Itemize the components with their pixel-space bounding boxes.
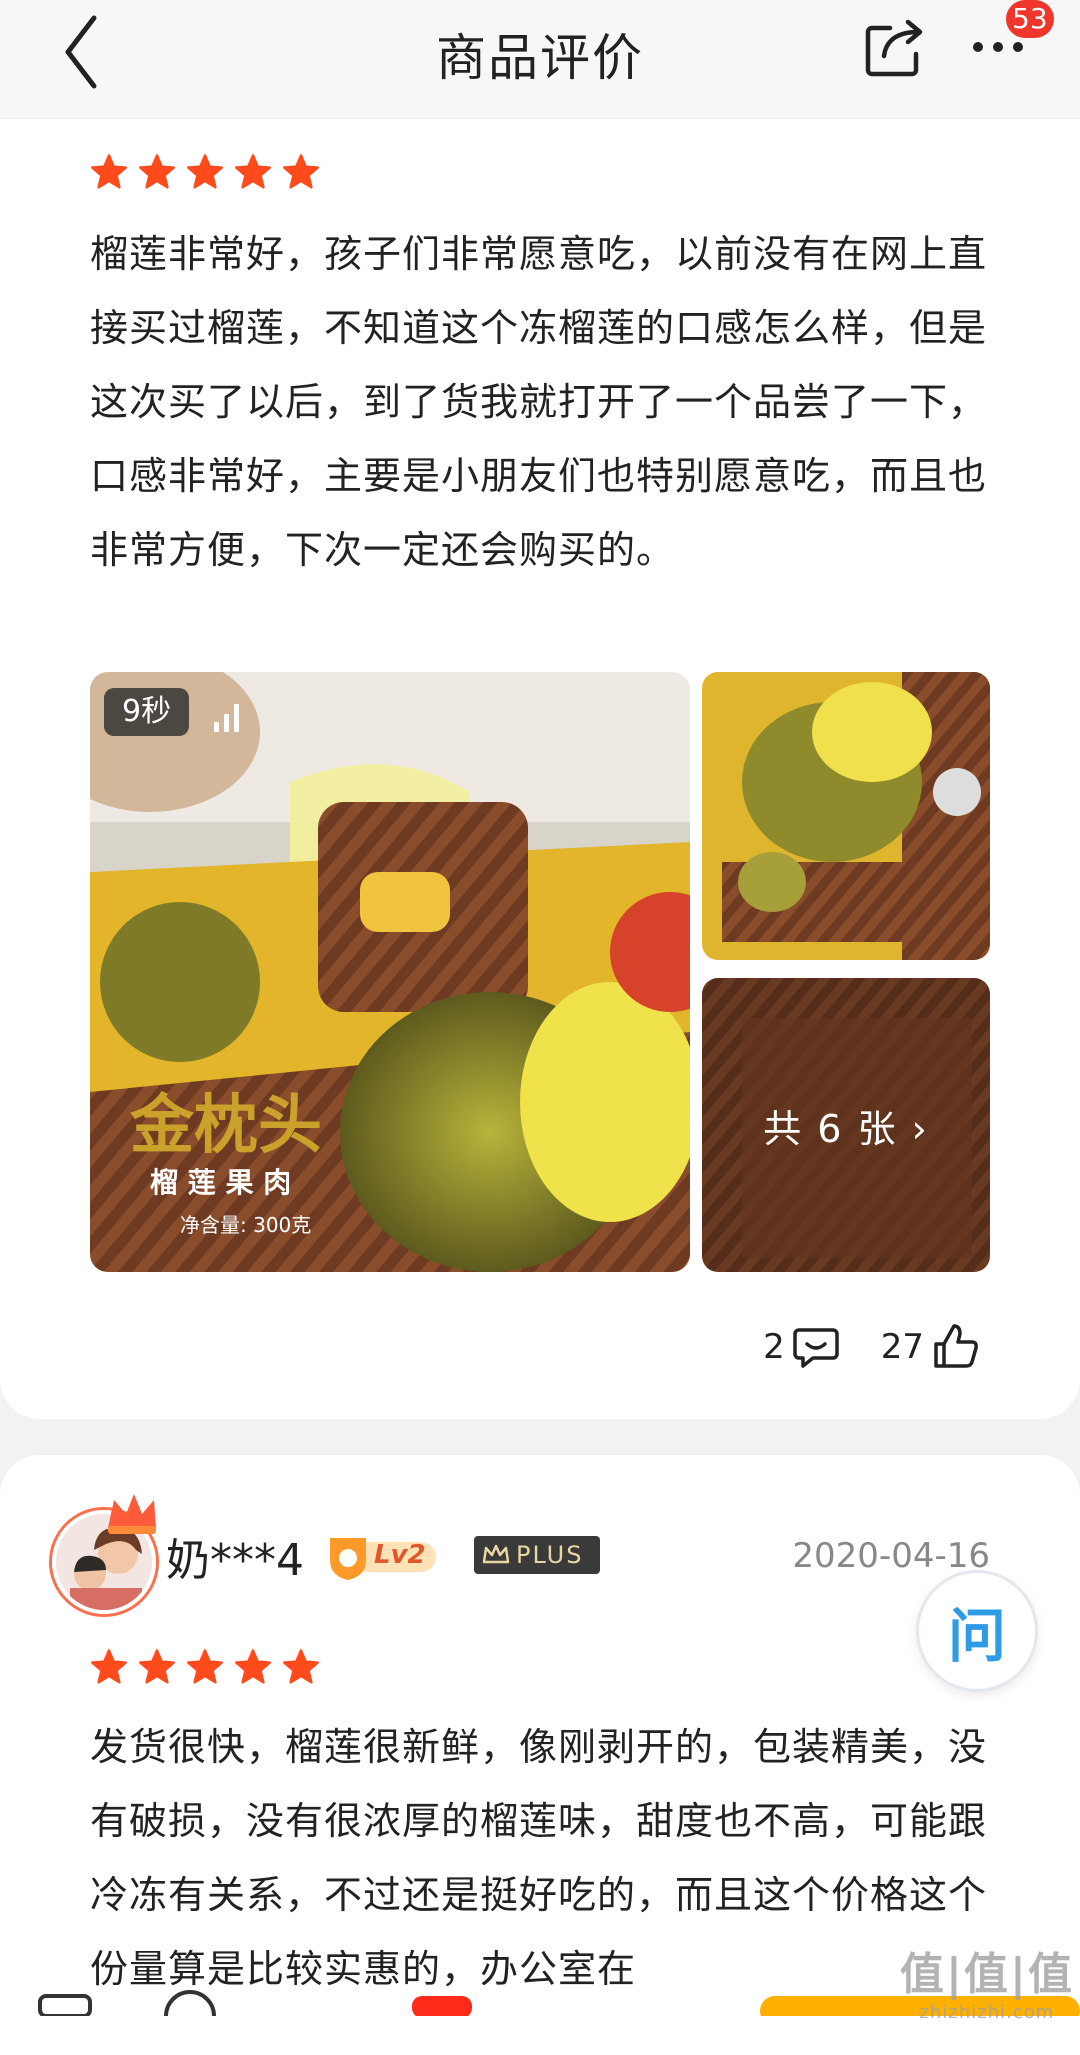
review-actions: 2 27 [763, 1322, 980, 1372]
star-icon [283, 1649, 319, 1684]
star-icon [91, 154, 127, 189]
ask-question-button[interactable]: 问 [916, 1570, 1038, 1692]
review-card: 榴莲非常好，孩子们非常愿意吃，以前没有在网上直接买过榴莲，不知道这个冻榴莲的口感… [0, 119, 1080, 1419]
review-video[interactable]: 金枕头 榴 莲 果 肉 净含量: 300克 9秒 [90, 672, 690, 1272]
review-text: 发货很快，榴莲很新鲜，像刚剥开的，包装精美，没有破损，没有很浓厚的榴莲味，甜度也… [90, 1725, 988, 1990]
like-button[interactable]: 27 [881, 1322, 980, 1372]
svg-text:金枕头: 金枕头 [129, 1089, 322, 1163]
notification-badge: 53 [1006, 0, 1054, 38]
star-rating [90, 153, 320, 191]
comment-button[interactable]: 2 [763, 1322, 841, 1372]
durian-box-side-photo [702, 672, 990, 960]
comment-count: 2 [763, 1327, 785, 1367]
user-level-badge: Lv2 [322, 1530, 442, 1582]
star-icon [187, 154, 223, 189]
star-icon [283, 154, 319, 189]
review-date: 2020-04-16 [792, 1536, 990, 1576]
plus-label: PLUS [516, 1541, 584, 1569]
share-icon[interactable] [862, 14, 928, 80]
star-icon [139, 1649, 175, 1684]
star-icon [187, 1649, 223, 1684]
star-icon [235, 1649, 271, 1684]
watermark-sub: zhizhizhi.com [919, 2002, 1055, 2023]
durian-box-photo: 金枕头 榴 莲 果 肉 净含量: 300克 [90, 672, 690, 1272]
svg-text:净含量: 300克: 净含量: 300克 [180, 1213, 311, 1237]
plus-crown-icon [482, 1544, 510, 1564]
review-text: 榴莲非常好，孩子们非常愿意吃，以前没有在网上直接买过榴莲，不知道这个冻榴莲的口感… [90, 232, 988, 572]
thumbs-up-icon [934, 1324, 978, 1368]
star-icon [91, 1649, 127, 1684]
top-bar: 商品评价 53 [0, 0, 1080, 119]
more-images-thumb[interactable]: 共 6 张 › [702, 978, 990, 1272]
crown-icon [108, 1494, 156, 1534]
user-level-text: Lv2 [374, 1540, 426, 1570]
audio-bars-icon [214, 704, 239, 732]
comment-icon [792, 1328, 839, 1368]
image-count-label: 共 6 张 › [702, 978, 990, 1272]
watermark-text: 值|值|值 [899, 1949, 1074, 2000]
plus-member-badge: PLUS [474, 1536, 600, 1574]
star-rating [90, 1648, 320, 1686]
review-image-thumb[interactable] [702, 672, 990, 960]
username: 奶***4 [166, 1535, 304, 1586]
watermark: 值|值|值 zhizhizhi.com [900, 1938, 1074, 2023]
video-duration: 9秒 [104, 688, 190, 736]
star-icon [235, 154, 271, 189]
like-count: 27 [880, 1327, 924, 1367]
star-icon [139, 154, 175, 189]
svg-text:榴 莲 果 肉: 榴 莲 果 肉 [150, 1166, 291, 1199]
